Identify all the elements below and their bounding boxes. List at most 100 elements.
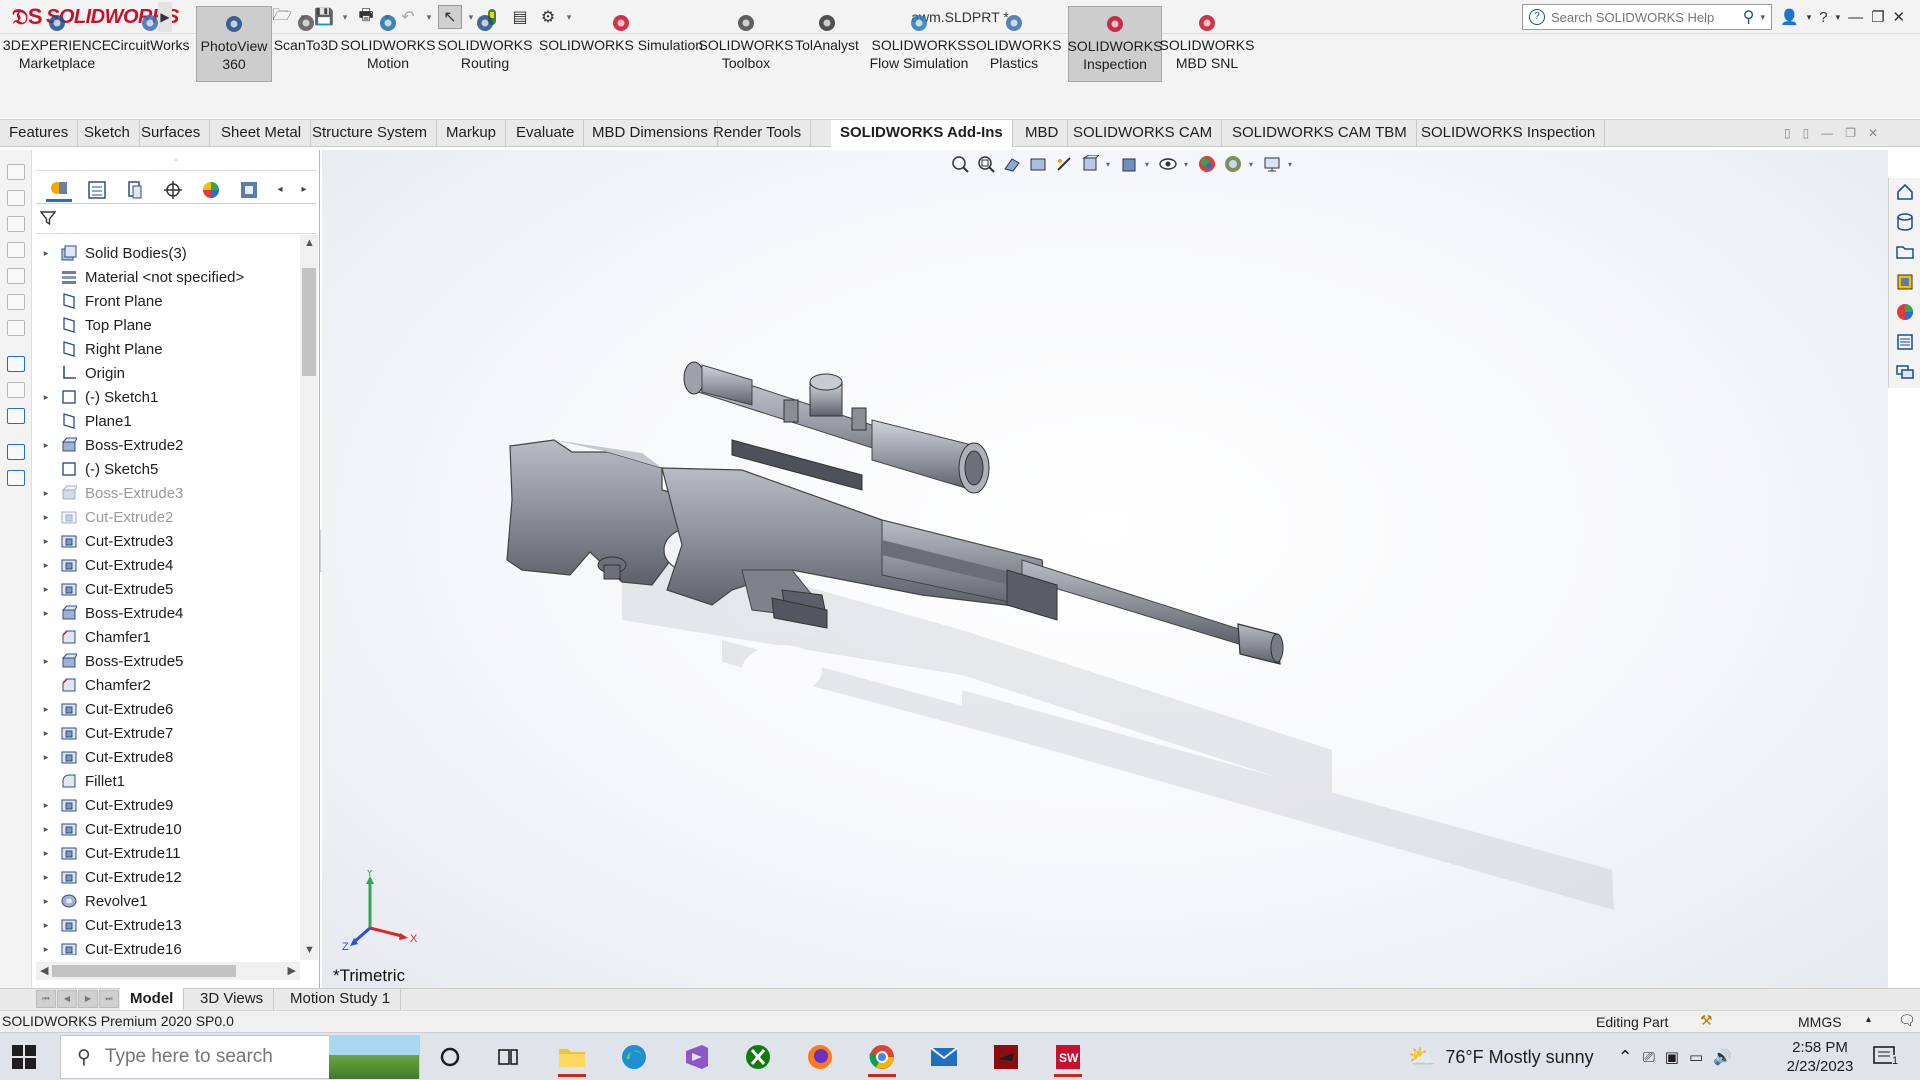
custom-properties-icon[interactable] (1895, 332, 1915, 352)
featuremanager-tab-icon[interactable] (46, 178, 72, 202)
view-orientation-dropdown-icon[interactable]: ▾ (1106, 160, 1113, 169)
doc-minimize-icon[interactable]: — (1821, 126, 1833, 140)
display-style-dropdown-icon[interactable]: ▾ (1145, 160, 1152, 169)
battery-icon[interactable]: ▭ (1689, 1048, 1703, 1066)
tree-node[interactable]: ▸ Cut-Extrude16 (32, 937, 300, 955)
cmd-photoview-360[interactable]: PhotoView 360 (196, 6, 272, 82)
tab-scroll-left-icon[interactable]: ◂ (274, 178, 286, 202)
tree-node[interactable]: ▸ Boss-Extrude4 (32, 601, 300, 625)
tree-scroll-thumb[interactable] (302, 268, 316, 376)
solidworks-resources-icon[interactable] (1895, 182, 1915, 202)
expand-arrow-icon[interactable]: ▸ (40, 488, 52, 499)
tab-solidworks-cam-tbm[interactable]: SOLIDWORKS CAM TBM (1223, 120, 1417, 146)
doc-restore-icon[interactable]: ❐ (1845, 126, 1856, 140)
strip-tool-icon-1[interactable] (7, 164, 25, 180)
cmd-toolbox[interactable]: SOLIDWORKS Toolbox (699, 6, 793, 82)
tab-sheet-metal[interactable]: Sheet Metal (212, 120, 312, 146)
section-view-icon[interactable] (1028, 154, 1048, 174)
expand-arrow-icon[interactable]: ▸ (40, 752, 52, 763)
model-viewport[interactable] (322, 150, 1888, 988)
tile-right-icon[interactable]: ▯ (1803, 126, 1810, 140)
strip-tool-icon-7[interactable] (7, 320, 25, 336)
expand-arrow-icon[interactable]: ▸ (40, 440, 52, 451)
expand-arrow-icon[interactable]: ▸ (40, 560, 52, 571)
cmd-plastics[interactable]: SOLIDWORKS Plastics (967, 6, 1061, 82)
taskbar-search-box[interactable]: ⚲ (60, 1035, 420, 1079)
display-style-icon[interactable] (1119, 154, 1139, 174)
tree-node[interactable]: ▸ Cut-Extrude13 (32, 913, 300, 937)
restore-icon[interactable]: ❐ (1871, 8, 1884, 26)
zoom-to-area-icon[interactable] (976, 154, 996, 174)
prev-tab-icon[interactable]: ◀ (57, 990, 77, 1008)
cmd-3dexperience-marketplace[interactable]: 3DEXPERIENCE Marketplace (2, 6, 112, 82)
previous-view-icon[interactable] (1002, 154, 1022, 174)
tree-node[interactable]: ▸ Cut-Extrude4 (32, 553, 300, 577)
tree-node[interactable]: Right Plane (32, 337, 300, 361)
displaymanager-tab-icon[interactable] (198, 178, 224, 202)
solidworks-forum-icon[interactable] (1895, 362, 1915, 382)
cmd-flow-simulation[interactable]: SOLIDWORKS Flow Simulation (864, 6, 974, 82)
cmd-mbd-snl[interactable]: SOLIDWORKS MBD SNL (1160, 6, 1254, 82)
expand-arrow-icon[interactable]: ▸ (40, 944, 52, 955)
mail-icon[interactable] (920, 1037, 968, 1077)
tab-features[interactable]: Features (0, 120, 79, 146)
expand-arrow-icon[interactable]: ▸ (40, 800, 52, 811)
weather-text[interactable]: 76°F Mostly sunny (1445, 1047, 1593, 1068)
strip-tool-icon-11[interactable] (7, 444, 25, 460)
first-tab-icon[interactable]: ⏮ (36, 990, 56, 1008)
view-palette-icon[interactable] (1895, 272, 1915, 292)
tree-node[interactable]: Chamfer1 (32, 625, 300, 649)
strip-tool-icon-4[interactable] (7, 242, 25, 258)
camworks-tab-icon[interactable] (236, 178, 262, 202)
tree-node[interactable]: ▸ (-) Sketch1 (32, 385, 300, 409)
tree-node[interactable]: Origin (32, 361, 300, 385)
tab-mbd-dimensions[interactable]: MBD Dimensions (583, 120, 718, 146)
tree-node[interactable]: ▸ Cut-Extrude9 (32, 793, 300, 817)
rebuild-status-icon[interactable]: ⚒ (1700, 1012, 1713, 1029)
cmd-motion[interactable]: SOLIDWORKS Motion (341, 6, 435, 82)
tab-render-tools[interactable]: Render Tools (704, 120, 812, 146)
help-dropdown-icon[interactable]: ▾ (1836, 12, 1841, 23)
tab-solidworks-inspection[interactable]: SOLIDWORKS Inspection (1412, 120, 1606, 146)
tree-node[interactable]: ▸ Boss-Extrude2 (32, 433, 300, 457)
expand-arrow-icon[interactable]: ▸ (40, 872, 52, 883)
tab-markup[interactable]: Markup (437, 120, 507, 146)
bottom-tab-motion-study-1[interactable]: Motion Study 1 (280, 988, 402, 1010)
expand-arrow-icon[interactable]: ▸ (40, 512, 52, 523)
strip-tool-icon-9[interactable] (7, 382, 25, 398)
hide-show-items-icon[interactable] (1158, 154, 1178, 174)
configurationmanager-tab-icon[interactable] (122, 178, 148, 202)
expand-arrow-icon[interactable]: ▸ (40, 824, 52, 835)
expand-arrow-icon[interactable]: ▸ (40, 584, 52, 595)
task-view-icon[interactable] (484, 1037, 532, 1077)
view-settings-dropdown-icon[interactable]: ▾ (1288, 160, 1295, 169)
firefox-icon[interactable] (796, 1037, 844, 1077)
tree-node[interactable]: (-) Sketch5 (32, 457, 300, 481)
edit-appearance-icon[interactable] (1197, 154, 1217, 174)
help-search-box[interactable]: ? ⚲ ▾ (1522, 4, 1772, 30)
tree-node[interactable]: Front Plane (32, 289, 300, 313)
tree-node[interactable]: Plane1 (32, 409, 300, 433)
search-icon[interactable]: ⚲ (1743, 7, 1755, 27)
apply-scene-dropdown-icon[interactable]: ▾ (1249, 160, 1256, 169)
tree-node[interactable]: Top Plane (32, 313, 300, 337)
file-explorer-icon[interactable] (1895, 242, 1915, 262)
tile-left-icon[interactable]: ▯ (1784, 126, 1791, 140)
weather-sun-icon[interactable]: ⛅ (1408, 1044, 1435, 1070)
edge-browser-icon[interactable] (610, 1037, 658, 1077)
cmd-tolanalyst[interactable]: TolAnalyst (794, 6, 860, 82)
tree-node[interactable]: ▸ Cut-Extrude8 (32, 745, 300, 769)
taskbar-search-input[interactable] (104, 1046, 315, 1068)
expand-arrow-icon[interactable]: ▸ (40, 848, 52, 859)
cortana-icon[interactable] (426, 1037, 474, 1077)
expand-arrow-icon[interactable]: ▸ (40, 536, 52, 547)
tree-hscroll-thumb[interactable] (52, 965, 236, 977)
graphics-area[interactable] (322, 150, 1888, 988)
search-dropdown-icon[interactable]: ▾ (1760, 12, 1765, 23)
next-tab-icon[interactable]: ▶ (78, 990, 98, 1008)
expand-arrow-icon[interactable]: ▸ (40, 248, 52, 259)
system-clock[interactable]: 2:58 PM 2/23/2023 (1770, 1038, 1870, 1076)
tree-node[interactable]: ▸ Cut-Extrude5 (32, 577, 300, 601)
strip-tool-icon-10[interactable] (7, 408, 25, 424)
tab-evaluate[interactable]: Evaluate (507, 120, 585, 146)
